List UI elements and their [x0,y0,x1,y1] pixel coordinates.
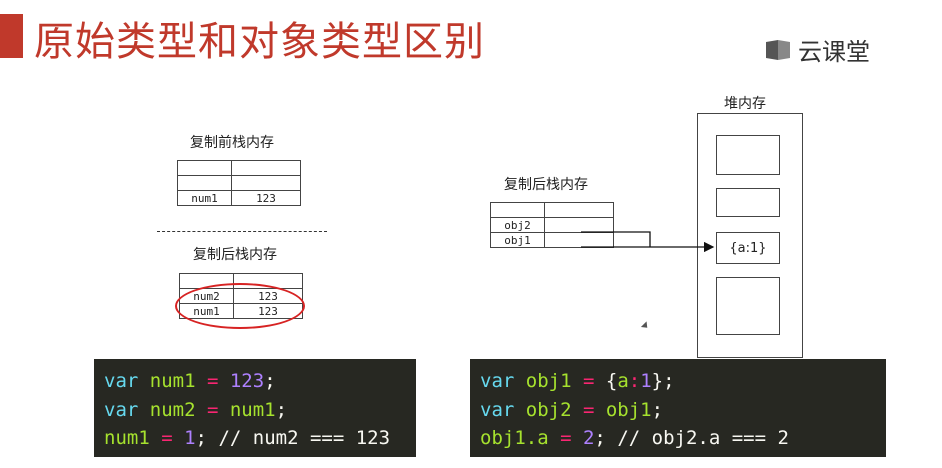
code-token: ; [594,427,606,449]
primitive-code-block: var num1 = 123; var num2 = num1; num1 = 1;… [94,359,416,457]
code-token: obj1.a [480,427,549,449]
code-token: // obj2.a === 2 [605,427,789,449]
code-token: }; [651,370,675,392]
code-token: 2 [571,427,595,449]
obj2-pointer-arrow [581,231,651,247]
code-token: // num2 === 123 [207,427,391,449]
code-line: var obj1 = {a:1}; [480,367,876,396]
code-token: num1 [218,398,276,421]
code-token: obj1 [594,398,652,421]
code-token: = [571,398,595,421]
code-token: var [480,370,515,392]
code-token: ; [275,398,288,421]
code-token: ; [264,370,276,392]
code-token: num1 [104,427,150,449]
code-line: var num2 = num1; [104,396,406,425]
code-token: = [548,427,572,449]
code-token: 1 [172,427,196,449]
code-token: ; [195,427,207,449]
code-token: num1 [138,370,196,392]
code-token: num2 [138,398,196,421]
code-token: obj1 [514,370,572,392]
code-token: var [480,398,515,421]
code-line: obj1.a = 2; // obj2.a === 2 [480,424,876,453]
code-token: ; [651,398,664,421]
code-line: var num1 = 123; [104,367,406,396]
code-token: = [195,370,219,392]
code-token: = [195,398,219,421]
code-token: var [104,370,139,392]
code-token: 1 [640,370,652,392]
code-token: var [104,398,139,421]
code-token: 123 [218,370,265,392]
code-token: : [628,370,641,392]
object-code-block: var obj1 = {a:1}; var obj2 = obj1; obj1.a … [470,359,886,457]
code-line: num1 = 1; // num2 === 123 [104,424,406,453]
code-line: var obj2 = obj1; [480,396,876,425]
code-token: { [594,370,618,392]
code-token: = [149,427,173,449]
code-token: a [617,370,629,392]
code-token: obj2 [514,398,572,421]
code-token: = [571,370,595,392]
